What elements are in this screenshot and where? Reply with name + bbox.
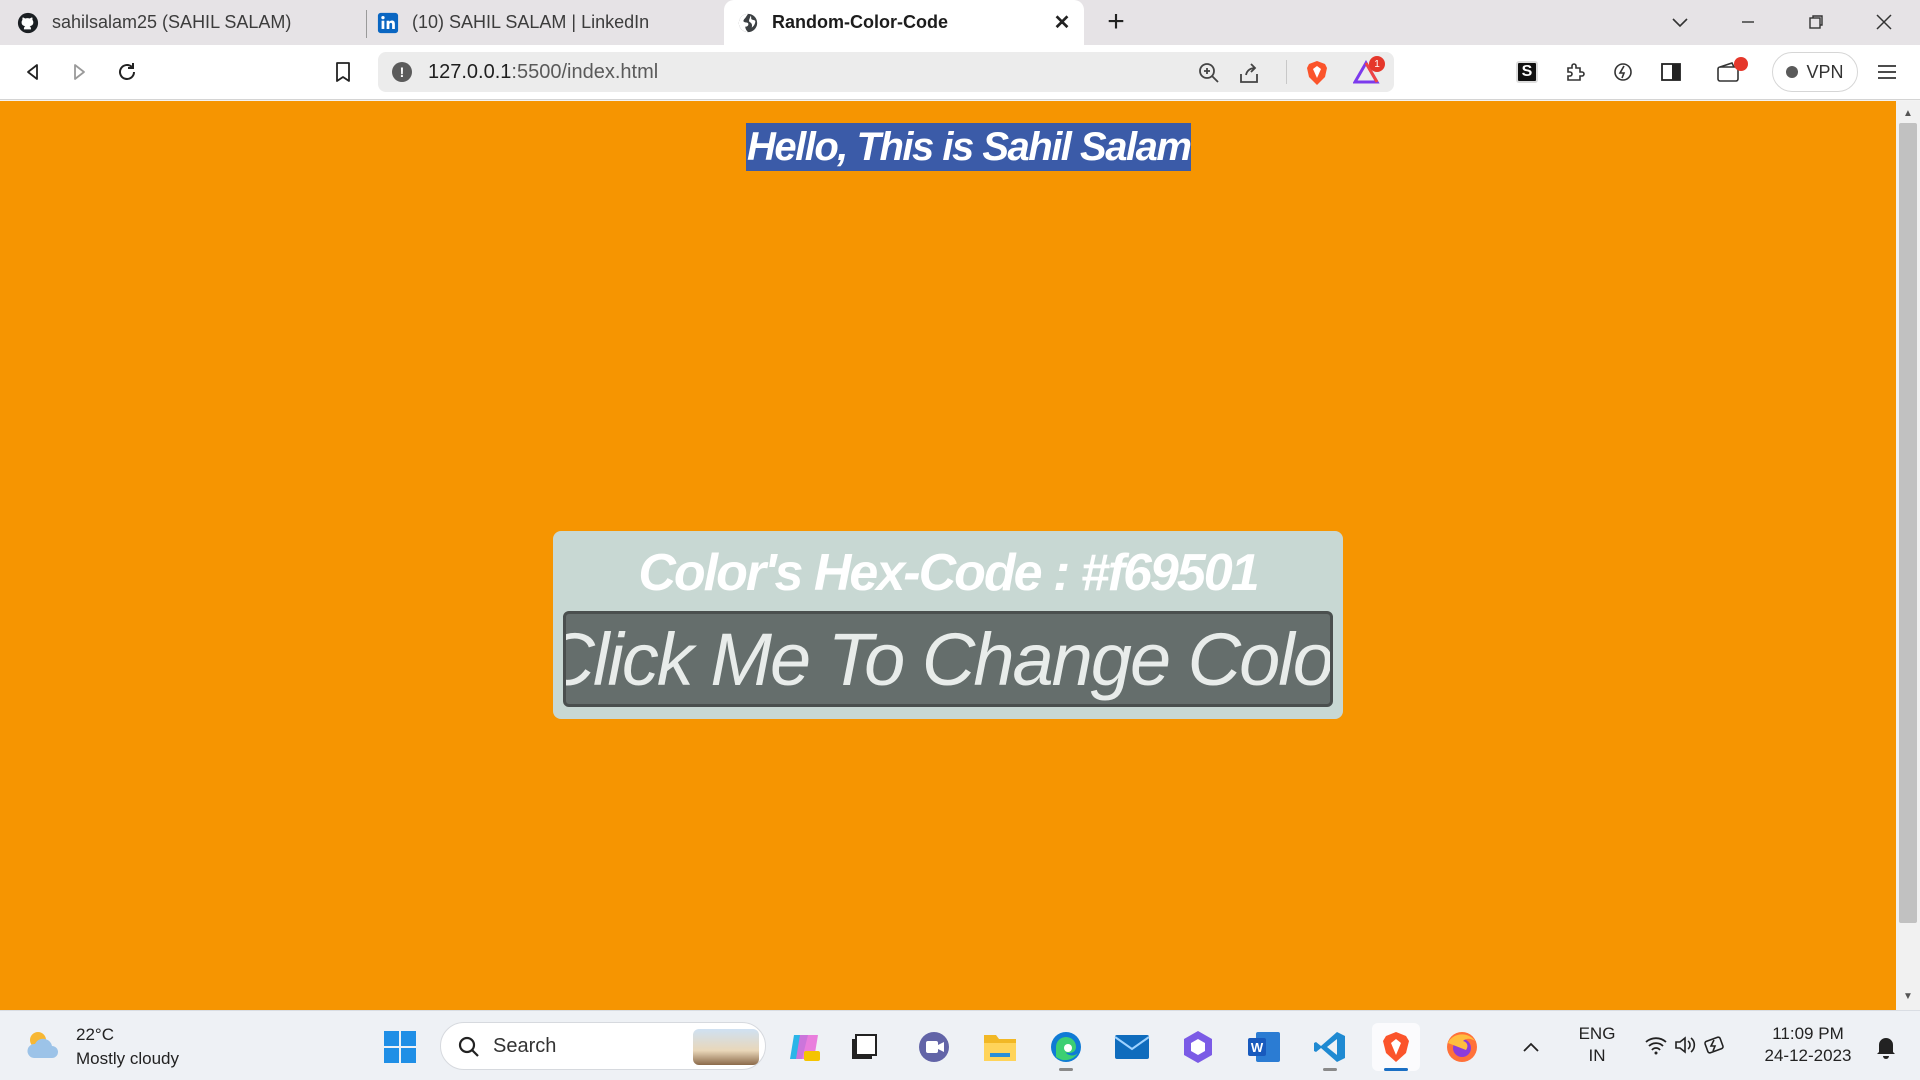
scroll-thumb[interactable]: [1899, 123, 1917, 923]
site-info-icon[interactable]: !: [392, 62, 412, 82]
sidebar-toggle-icon[interactable]: [1654, 55, 1688, 89]
mail-icon[interactable]: [1108, 1023, 1156, 1071]
leo-ai-icon[interactable]: [1606, 55, 1640, 89]
language-region: IN: [1588, 1046, 1606, 1065]
url-separator: [1286, 60, 1287, 84]
url-text[interactable]: 127.0.0.1:5500/index.html: [428, 61, 658, 84]
change-color-button[interactable]: Click Me To Change Color: [563, 611, 1333, 707]
start-button[interactable]: [376, 1023, 424, 1071]
search-icon: [457, 1035, 481, 1064]
url-path: :5500/index.html: [511, 61, 659, 83]
microsoft-365-icon[interactable]: [1174, 1023, 1222, 1071]
running-indicator: [1323, 1068, 1337, 1071]
cloudy-weather-icon: [24, 1028, 64, 1067]
clock-date: 24-12-2023: [1764, 1046, 1852, 1065]
vpn-button[interactable]: VPN: [1772, 52, 1858, 92]
edge-browser-icon[interactable]: [1042, 1023, 1090, 1071]
task-view-icon[interactable]: [840, 1023, 888, 1071]
back-icon[interactable]: [16, 55, 50, 89]
tab-strip: sahilsalam25 (SAHIL SALAM) (10) SAHIL SA…: [0, 0, 1920, 45]
running-indicator: [1059, 1068, 1073, 1071]
browser-toolbar: ! 127.0.0.1:5500/index.html 1 S VPN: [0, 45, 1920, 100]
tab-divider: [366, 10, 367, 38]
brave-browser-taskbar-icon[interactable]: [1372, 1023, 1420, 1071]
teams-chat-icon[interactable]: [910, 1023, 958, 1071]
taskbar-search-input[interactable]: Search: [440, 1022, 766, 1070]
vpn-status-icon: [1786, 66, 1799, 78]
brave-rewards-icon[interactable]: 1: [1352, 56, 1385, 88]
wifi-icon: [1644, 1035, 1668, 1060]
tab-random-color-code[interactable]: Random-Color-Code ✕: [724, 0, 1084, 45]
rewards-badge: 1: [1369, 56, 1385, 72]
wallet-notification-dot: [1734, 57, 1748, 71]
file-explorer-icon[interactable]: [976, 1023, 1024, 1071]
github-icon: [16, 11, 40, 35]
clock[interactable]: 11:09 PM 24-12-2023: [1756, 1023, 1860, 1067]
linkedin-icon: [376, 11, 400, 35]
tab-search-chevron-icon[interactable]: [1660, 4, 1700, 40]
minimize-icon[interactable]: [1728, 4, 1768, 40]
wallet-icon[interactable]: [1712, 55, 1748, 89]
page-heading: Hello, This is Sahil Salam: [746, 123, 1192, 171]
language-code: ENG: [1578, 1024, 1616, 1043]
quick-settings[interactable]: [1630, 1023, 1740, 1071]
tab-title: sahilsalam25 (SAHIL SALAM): [52, 12, 292, 32]
firefox-icon[interactable]: [1438, 1023, 1486, 1071]
close-tab-icon[interactable]: ✕: [1050, 10, 1074, 34]
zoom-icon[interactable]: [1194, 58, 1224, 88]
word-icon[interactable]: W: [1240, 1023, 1288, 1071]
search-highlight-image: [693, 1029, 759, 1065]
address-bar[interactable]: ! 127.0.0.1:5500/index.html 1: [378, 52, 1394, 92]
menu-hamburger-icon[interactable]: [1870, 55, 1904, 89]
hex-code-label: Color's Hex-Code : #f69501: [638, 544, 1259, 602]
scroll-up-arrow-icon[interactable]: ▲: [1896, 103, 1920, 123]
reload-icon[interactable]: [110, 55, 144, 89]
url-host: 127.0.0.1: [428, 61, 512, 83]
extension-s-icon[interactable]: S: [1510, 55, 1544, 89]
page-viewport: Hello, This is Sahil Salam Color's Hex-C…: [0, 101, 1896, 1010]
svg-text:W: W: [1251, 1040, 1264, 1055]
battery-charging-icon: [1702, 1035, 1726, 1060]
weather-condition: Mostly cloudy: [76, 1049, 179, 1068]
globe-icon: [736, 11, 760, 35]
tab-title: Random-Color-Code: [772, 12, 948, 32]
vscode-icon[interactable]: [1306, 1023, 1354, 1071]
tab-linkedin[interactable]: (10) SAHIL SALAM | LinkedIn: [376, 0, 722, 45]
brave-shields-icon[interactable]: [1302, 58, 1332, 88]
share-icon[interactable]: [1234, 58, 1264, 88]
active-indicator: [1384, 1068, 1408, 1071]
extensions-puzzle-icon[interactable]: [1558, 55, 1592, 89]
tab-title: (10) SAHIL SALAM | LinkedIn: [412, 12, 650, 32]
color-card: Color's Hex-Code : #f69501 Click Me To C…: [553, 531, 1343, 719]
weather-widget[interactable]: 22°C Mostly cloudy: [24, 1023, 179, 1071]
windows-taskbar: 22°C Mostly cloudy Search W ENG IN 11:09…: [0, 1010, 1920, 1080]
scroll-down-arrow-icon[interactable]: ▼: [1896, 986, 1920, 1006]
search-placeholder: Search: [493, 1035, 557, 1057]
notification-bell-icon[interactable]: [1866, 1023, 1906, 1071]
show-hidden-icons-chevron-icon[interactable]: [1514, 1023, 1548, 1071]
page-scrollbar[interactable]: ▲ ▼: [1896, 101, 1920, 1010]
copilot-icon[interactable]: [780, 1023, 828, 1071]
new-tab-button[interactable]: +: [1100, 5, 1132, 38]
vpn-label: VPN: [1806, 61, 1844, 82]
bookmark-icon[interactable]: [326, 55, 360, 89]
forward-icon[interactable]: [62, 55, 96, 89]
volume-icon: [1674, 1035, 1696, 1060]
restore-icon[interactable]: [1796, 4, 1836, 40]
clock-time: 11:09 PM: [1772, 1024, 1844, 1043]
language-indicator[interactable]: ENG IN: [1570, 1023, 1624, 1067]
close-window-icon[interactable]: [1864, 4, 1904, 40]
tab-github[interactable]: sahilsalam25 (SAHIL SALAM): [16, 0, 364, 45]
weather-temp: 22°C: [76, 1025, 114, 1044]
